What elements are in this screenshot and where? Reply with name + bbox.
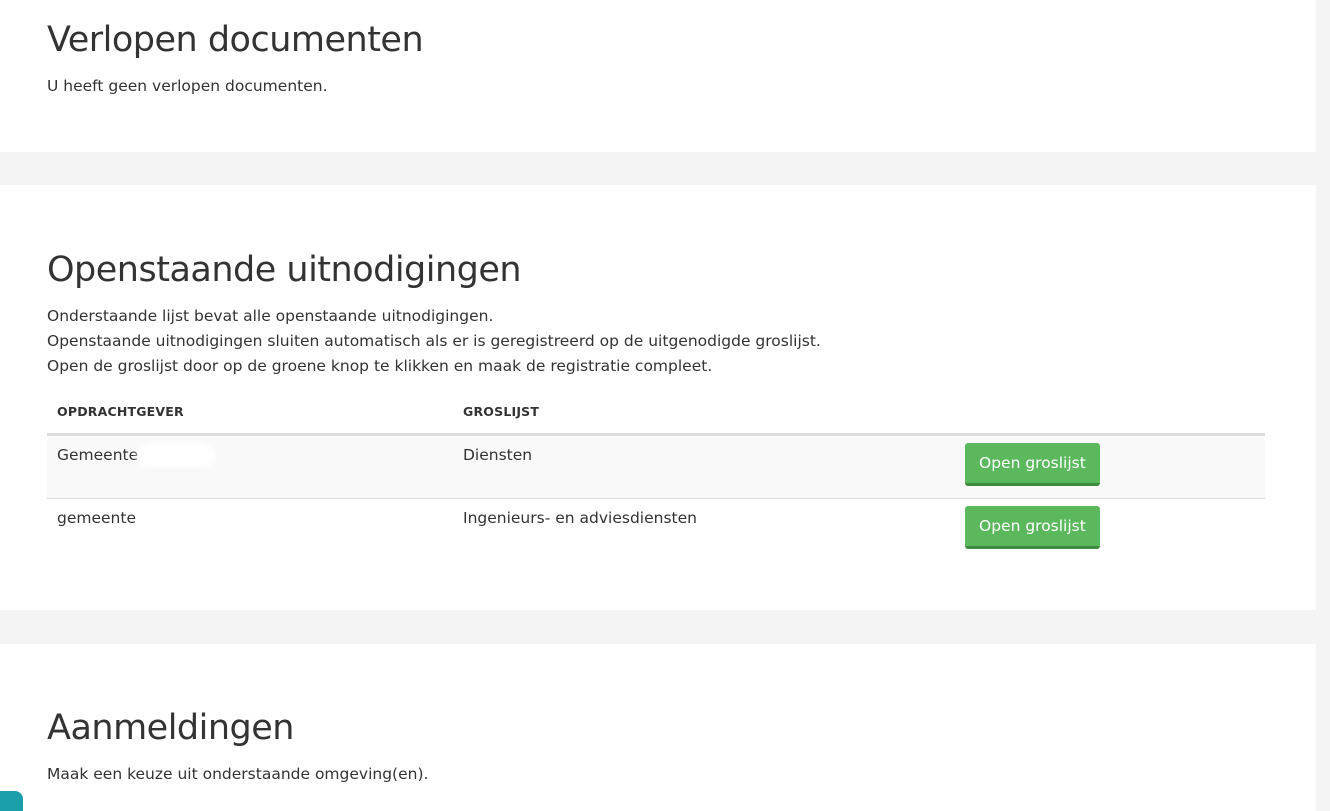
client-name: Gemeente [57, 445, 139, 464]
invitations-table: OPDRACHTGEVER GROSLIJST Gemeente Dienste… [47, 391, 1265, 562]
intro-line: Onderstaande lijst bevat alle openstaand… [47, 307, 494, 325]
open-invitations-panel: Openstaande uitnodigingen Onderstaande l… [0, 185, 1316, 610]
redacted-mask [140, 446, 213, 464]
expired-documents-panel: Verlopen documenten U heeft geen verlope… [0, 0, 1316, 152]
intro-line: Open de groslijst door op de groene knop… [47, 357, 713, 375]
client-cell: gemeente [47, 498, 453, 562]
open-list-button[interactable]: Open groslijst [965, 505, 1100, 549]
action-cell: Open groslijst [955, 498, 1265, 562]
column-header-client: OPDRACHTGEVER [47, 391, 453, 436]
expired-documents-title: Verlopen documenten [47, 20, 424, 60]
intro-line: Openstaande uitnodigingen sluiten automa… [47, 332, 821, 350]
column-header-actions [955, 391, 1265, 436]
client-cell: Gemeente [47, 434, 453, 499]
action-cell: Open groslijst [955, 434, 1265, 499]
signups-text: Maak een keuze uit onderstaande omgeving… [47, 765, 429, 783]
page: Verlopen documenten U heeft geen verlope… [0, 0, 1316, 811]
signups-panel: Aanmeldingen Maak een keuze uit ondersta… [0, 644, 1316, 811]
open-invitations-intro: Onderstaande lijst bevat alle openstaand… [47, 304, 821, 379]
client-name: gemeente [57, 508, 136, 527]
table-row: gemeente Ingenieurs- en adviesdiensten O… [47, 498, 1265, 562]
table-header-row: OPDRACHTGEVER GROSLIJST [47, 391, 1265, 436]
chat-widget-tab[interactable] [0, 791, 23, 811]
open-list-button[interactable]: Open groslijst [965, 442, 1100, 486]
expired-documents-text: U heeft geen verlopen documenten. [47, 77, 328, 95]
column-header-list: GROSLIJST [453, 391, 955, 436]
table-row: Gemeente Diensten Open groslijst [47, 434, 1265, 499]
list-cell: Diensten [453, 434, 955, 499]
open-invitations-title: Openstaande uitnodigingen [47, 250, 522, 290]
list-cell: Ingenieurs- en adviesdiensten [463, 508, 697, 527]
signups-title: Aanmeldingen [47, 708, 294, 748]
